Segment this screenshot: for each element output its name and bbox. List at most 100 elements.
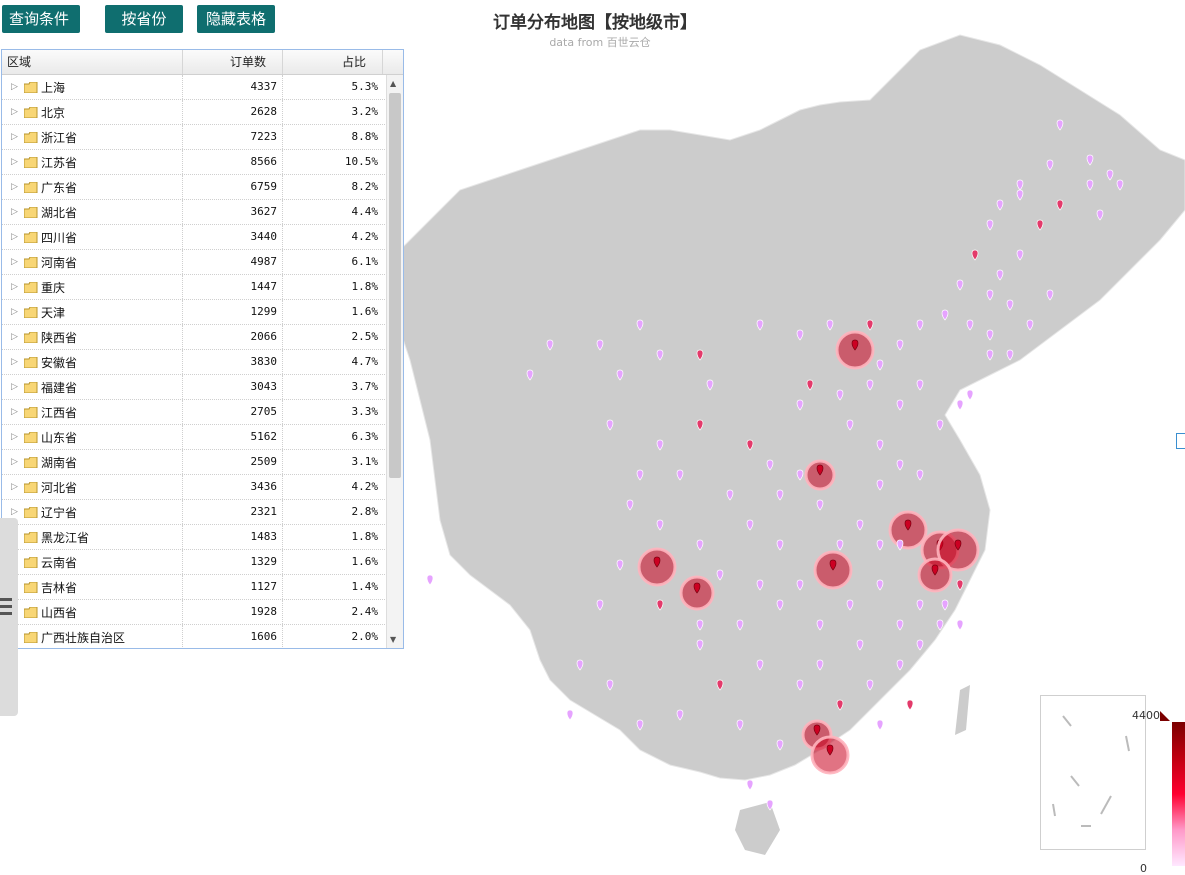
scroll-thumb[interactable] <box>389 93 401 478</box>
table-row[interactable]: ▷ 江苏省 8566 10.5% <box>2 150 387 175</box>
city-pin-icon[interactable] <box>956 399 964 411</box>
expand-icon[interactable]: ▷ <box>11 107 21 117</box>
region-cell: ▷ 北京 <box>2 100 183 124</box>
table-row[interactable]: ▷ 陕西省 2066 2.5% <box>2 325 387 350</box>
ratio-cell: 3.1% <box>351 455 379 468</box>
expand-icon[interactable]: ▷ <box>11 257 21 267</box>
table-row[interactable]: ▷ 广东省 6759 8.2% <box>2 175 387 200</box>
folder-icon <box>24 406 38 418</box>
expand-icon[interactable]: ▷ <box>11 82 21 92</box>
legend-color-scale[interactable] <box>1172 722 1185 866</box>
table-row[interactable]: ▷ 北京 2628 3.2% <box>2 100 387 125</box>
ratio-cell: 2.4% <box>351 605 379 618</box>
table-row[interactable]: ▷ 江西省 2705 3.3% <box>2 400 387 425</box>
column-region[interactable]: 区域 <box>2 50 183 74</box>
order-count-cell: 5162 <box>183 425 283 449</box>
order-count-cell: 1928 <box>183 600 283 624</box>
folder-icon <box>24 606 38 618</box>
table-row[interactable]: 黑龙江省 1483 1.8% <box>2 525 387 550</box>
ratio-cell: 2.0% <box>351 630 379 643</box>
expand-icon[interactable]: ▷ <box>11 432 21 442</box>
table-row[interactable]: ▷ 山东省 5162 6.3% <box>2 425 387 450</box>
table-row[interactable]: ▷ 辽宁省 2321 2.8% <box>2 500 387 525</box>
expand-icon[interactable]: ▷ <box>11 407 21 417</box>
region-cell: ▷ 山东省 <box>2 425 183 449</box>
mini-map-inset <box>1040 695 1146 850</box>
expand-icon[interactable]: ▷ <box>11 157 21 167</box>
expand-icon[interactable]: ▷ <box>11 282 21 292</box>
ratio-cell: 1.4% <box>351 580 379 593</box>
region-name: 重庆 <box>41 280 66 295</box>
order-count-cell: 3830 <box>183 350 283 374</box>
query-conditions-button[interactable]: 查询条件 <box>2 5 80 33</box>
expand-icon[interactable]: ▷ <box>11 182 21 192</box>
city-pin-icon[interactable] <box>956 619 964 631</box>
table-row[interactable]: ▷ 天津 1299 1.6% <box>2 300 387 325</box>
expand-icon[interactable]: ▷ <box>11 382 21 392</box>
orders-table[interactable]: 区域 订单数 占比 ▷ 上海 4337 5.3% ▷ 北京 2628 3.2% … <box>1 49 404 649</box>
city-pin-icon[interactable] <box>906 699 914 711</box>
scroll-up-icon[interactable]: ▲ <box>390 79 396 88</box>
table-row[interactable]: ▷ 河南省 4987 6.1% <box>2 250 387 275</box>
china-landmass <box>400 34 1185 781</box>
table-row[interactable]: ▷ 安徽省 3830 4.7% <box>2 350 387 375</box>
table-row[interactable]: ▷ 上海 4337 5.3% <box>2 75 387 100</box>
expand-icon[interactable]: ▷ <box>11 482 21 492</box>
order-count-cell: 6759 <box>183 175 283 199</box>
expand-icon[interactable]: ▷ <box>11 457 21 467</box>
hainan-island <box>735 802 780 855</box>
table-row[interactable]: 广西壮族自治区 1606 2.0% <box>2 625 387 648</box>
table-row[interactable]: ▷ 四川省 3440 4.2% <box>2 225 387 250</box>
folder-icon <box>24 156 38 168</box>
table-row[interactable]: ▷ 湖北省 3627 4.4% <box>2 200 387 225</box>
city-pin-icon[interactable] <box>566 709 574 721</box>
table-row[interactable]: ▷ 重庆 1447 1.8% <box>2 275 387 300</box>
ratio-cell: 3.2% <box>351 105 379 118</box>
expand-icon[interactable]: ▷ <box>11 307 21 317</box>
region-cell: ▷ 福建省 <box>2 375 183 399</box>
region-cell: 山西省 <box>2 600 183 624</box>
column-ratio[interactable]: 占比 <box>283 50 383 74</box>
folder-icon <box>24 381 38 393</box>
expand-icon[interactable]: ▷ <box>11 357 21 367</box>
table-row[interactable]: ▷ 福建省 3043 3.7% <box>2 375 387 400</box>
side-tool-icon[interactable] <box>1176 433 1185 449</box>
region-cell: ▷ 浙江省 <box>2 125 183 149</box>
city-pin-icon[interactable] <box>426 574 434 586</box>
city-pin-icon[interactable] <box>746 779 754 791</box>
region-cell: ▷ 湖北省 <box>2 200 183 224</box>
region-cell: ▷ 辽宁省 <box>2 500 183 524</box>
region-cell: ▷ 四川省 <box>2 225 183 249</box>
by-province-button[interactable]: 按省份 <box>105 5 183 33</box>
table-row[interactable]: ▷ 河北省 3436 4.2% <box>2 475 387 500</box>
city-pin-icon[interactable] <box>876 719 884 731</box>
column-orders[interactable]: 订单数 <box>183 50 283 74</box>
table-row[interactable]: 云南省 1329 1.6% <box>2 550 387 575</box>
order-count-cell: 1447 <box>183 275 283 299</box>
expand-icon[interactable]: ▷ <box>11 507 21 517</box>
table-row[interactable]: ▷ 湖南省 2509 3.1% <box>2 450 387 475</box>
table-scrollbar[interactable]: ▲ ▼ <box>386 75 403 648</box>
table-header: 区域 订单数 占比 <box>2 50 403 75</box>
south-sea-islands <box>1052 715 1130 827</box>
expand-icon[interactable]: ▷ <box>11 132 21 142</box>
hide-table-button[interactable]: 隐藏表格 <box>197 5 275 33</box>
ratio-cell: 4.4% <box>351 205 379 218</box>
region-name: 湖北省 <box>41 205 78 220</box>
expand-icon[interactable]: ▷ <box>11 232 21 242</box>
table-row[interactable]: ▷ 浙江省 7223 8.8% <box>2 125 387 150</box>
ratio-cell: 1.8% <box>351 280 379 293</box>
scroll-down-icon[interactable]: ▼ <box>390 635 396 644</box>
expand-icon[interactable]: ▷ <box>11 332 21 342</box>
expand-icon[interactable]: ▷ <box>11 207 21 217</box>
city-pin-icon[interactable] <box>966 389 974 401</box>
region-cell: 广西壮族自治区 <box>2 625 183 648</box>
table-row[interactable]: 吉林省 1127 1.4% <box>2 575 387 600</box>
order-count-cell: 4337 <box>183 75 283 99</box>
table-row[interactable]: 山西省 1928 2.4% <box>2 600 387 625</box>
order-count-cell: 2628 <box>183 100 283 124</box>
side-panel-handle[interactable] <box>0 518 18 716</box>
region-name: 安徽省 <box>41 355 78 370</box>
ratio-cell: 2.8% <box>351 505 379 518</box>
folder-icon <box>24 106 38 118</box>
